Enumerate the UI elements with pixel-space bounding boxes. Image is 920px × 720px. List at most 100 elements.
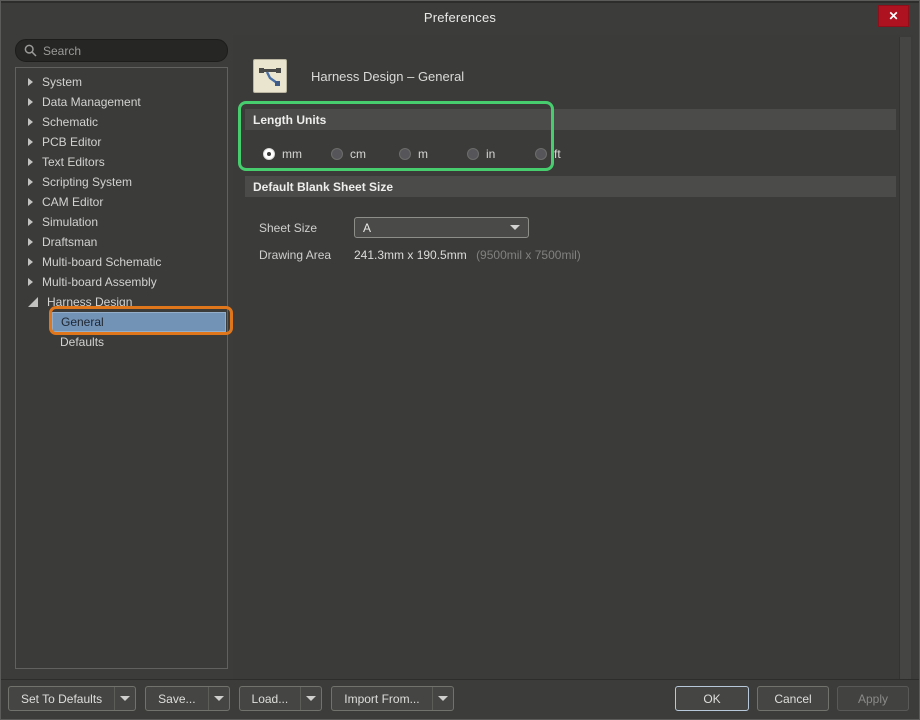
radio-icon — [467, 148, 479, 160]
chevron-right-icon — [28, 178, 33, 186]
drawing-area-mm: 241.3mm x 190.5mm — [354, 248, 467, 262]
tree-item-data-management[interactable]: Data Management — [16, 92, 227, 112]
vertical-scrollbar[interactable] — [899, 37, 911, 679]
footer-bar: Set To Defaults Save... Load... Import F… — [1, 679, 919, 719]
tree-item-label: Data Management — [42, 95, 141, 109]
sheet-size-value: A — [363, 221, 371, 235]
close-button[interactable]: ✕ — [878, 5, 909, 27]
set-to-defaults-menu-arrow[interactable] — [114, 687, 135, 710]
preferences-tree: System Data Management Schematic PCB Edi… — [15, 67, 228, 669]
search-icon — [24, 44, 37, 57]
load-button[interactable]: Load... — [239, 686, 323, 711]
import-from-label: Import From... — [332, 687, 431, 710]
tree-item-label: Simulation — [42, 215, 98, 229]
chevron-right-icon — [28, 238, 33, 246]
drawing-area-mil: (9500mil x 7500mil) — [476, 248, 581, 262]
main-panel: Harness Design – General Length Units mm… — [233, 35, 913, 679]
tree-item-label: CAM Editor — [42, 195, 103, 209]
tree-item-schematic[interactable]: Schematic — [16, 112, 227, 132]
chevron-right-icon — [28, 198, 33, 206]
titlebar: Preferences ✕ — [1, 1, 919, 31]
chevron-right-icon — [28, 78, 33, 86]
search-box[interactable] — [15, 39, 228, 62]
radio-ft[interactable]: ft — [535, 147, 574, 161]
section-header-sheet-size: Default Blank Sheet Size — [245, 176, 896, 197]
tree-item-simulation[interactable]: Simulation — [16, 212, 227, 232]
tree-item-cam-editor[interactable]: CAM Editor — [16, 192, 227, 212]
radio-label: m — [418, 147, 428, 161]
radio-selected-icon — [263, 148, 275, 160]
apply-button[interactable]: Apply — [837, 686, 909, 711]
import-from-menu-arrow[interactable] — [432, 687, 453, 710]
radio-label: mm — [282, 147, 302, 161]
tree-item-harness-defaults[interactable]: Defaults — [52, 332, 227, 352]
tree-item-draftsman[interactable]: Draftsman — [16, 232, 227, 252]
chevron-right-icon — [28, 218, 33, 226]
tree-item-label: Defaults — [60, 335, 104, 349]
load-label: Load... — [240, 687, 301, 710]
save-label: Save... — [146, 687, 207, 710]
ok-button[interactable]: OK — [675, 686, 749, 711]
tree-item-label: Multi-board Assembly — [42, 275, 157, 289]
drawing-area-value: 241.3mm x 190.5mm (9500mil x 7500mil) — [354, 248, 581, 262]
chevron-right-icon — [28, 98, 33, 106]
import-from-button[interactable]: Import From... — [331, 686, 453, 711]
tree-item-label: Harness Design — [47, 295, 132, 309]
chevron-down-icon — [120, 696, 130, 701]
tree-item-multi-board-assembly[interactable]: Multi-board Assembly — [16, 272, 227, 292]
chevron-down-icon — [438, 696, 448, 701]
radio-label: cm — [350, 147, 366, 161]
tree-item-label: Draftsman — [42, 235, 97, 249]
drawing-area-label: Drawing Area — [259, 248, 331, 262]
radio-label: ft — [554, 147, 561, 161]
close-icon: ✕ — [888, 9, 898, 23]
tree-item-label: General — [61, 315, 104, 329]
section-title: Default Blank Sheet Size — [253, 180, 393, 194]
sheet-size-dropdown[interactable]: A — [354, 217, 529, 238]
radio-label: in — [486, 147, 495, 161]
chevron-right-icon — [28, 278, 33, 286]
length-units-radio-group: mm cm m in ft — [263, 147, 603, 161]
sheet-size-label: Sheet Size — [259, 221, 317, 235]
tree-item-label: Text Editors — [42, 155, 105, 169]
set-to-defaults-button[interactable]: Set To Defaults — [8, 686, 136, 711]
section-header-length-units: Length Units — [245, 109, 896, 130]
section-title: Length Units — [253, 113, 326, 127]
chevron-down-icon — [510, 225, 520, 230]
page-header: Harness Design – General — [253, 59, 464, 93]
radio-icon — [331, 148, 343, 160]
preferences-dialog: Preferences ✕ System Data Management Sch… — [0, 0, 920, 720]
save-menu-arrow[interactable] — [208, 687, 229, 710]
tree-item-label: System — [42, 75, 82, 89]
tree-item-harness-design[interactable]: Harness Design — [16, 292, 227, 312]
cancel-button[interactable]: Cancel — [757, 686, 829, 711]
radio-icon — [535, 148, 547, 160]
dialog-title: Preferences — [424, 10, 496, 25]
chevron-right-icon — [28, 158, 33, 166]
harness-design-icon — [253, 59, 287, 93]
radio-m[interactable]: m — [399, 147, 438, 161]
page-title: Harness Design – General — [311, 69, 464, 84]
radio-cm[interactable]: cm — [331, 147, 370, 161]
chevron-right-icon — [28, 118, 33, 126]
chevron-down-icon — [214, 696, 224, 701]
radio-mm[interactable]: mm — [263, 147, 302, 161]
chevron-right-icon — [28, 138, 33, 146]
tree-item-scripting-system[interactable]: Scripting System — [16, 172, 227, 192]
tree-item-label: PCB Editor — [42, 135, 101, 149]
tree-item-multi-board-schematic[interactable]: Multi-board Schematic — [16, 252, 227, 272]
chevron-right-icon — [28, 258, 33, 266]
radio-in[interactable]: in — [467, 147, 506, 161]
search-input[interactable] — [43, 44, 203, 58]
set-to-defaults-label: Set To Defaults — [9, 687, 114, 710]
tree-item-label: Schematic — [42, 115, 98, 129]
load-menu-arrow[interactable] — [300, 687, 321, 710]
tree-item-pcb-editor[interactable]: PCB Editor — [16, 132, 227, 152]
tree-item-text-editors[interactable]: Text Editors — [16, 152, 227, 172]
tree-item-label: Multi-board Schematic — [42, 255, 161, 269]
tree-item-system[interactable]: System — [16, 72, 227, 92]
radio-icon — [399, 148, 411, 160]
save-button[interactable]: Save... — [145, 686, 229, 711]
tree-item-harness-general[interactable]: General — [52, 312, 226, 332]
tree-item-label: Scripting System — [42, 175, 132, 189]
